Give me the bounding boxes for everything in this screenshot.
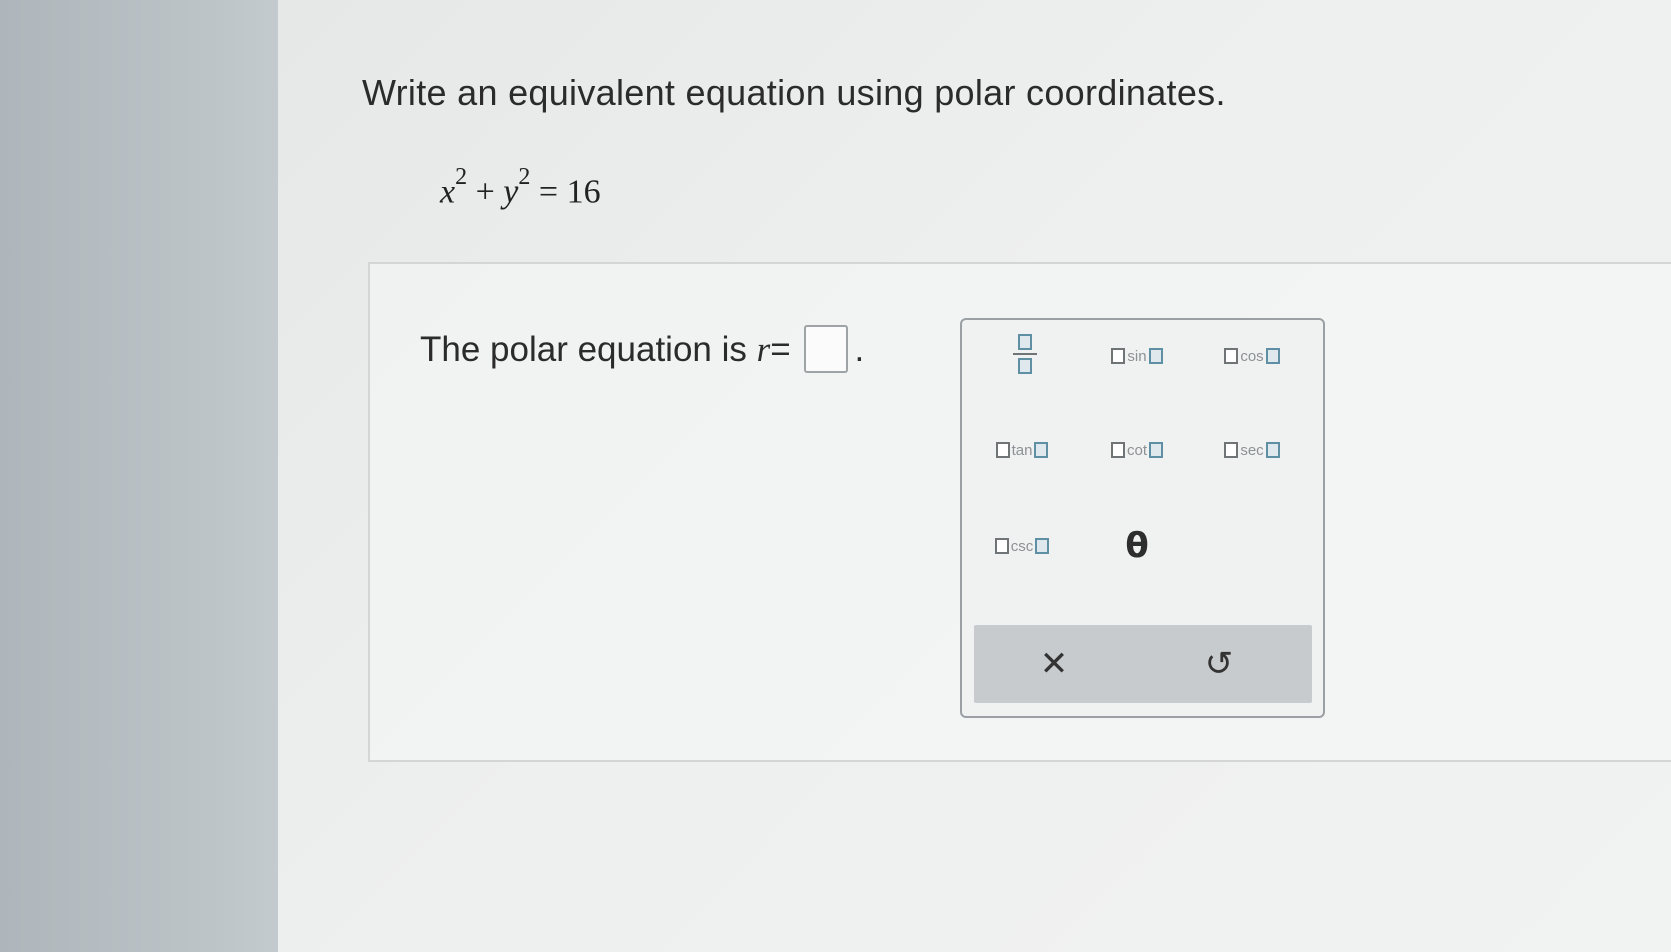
- theta-button[interactable]: θ: [1082, 524, 1192, 568]
- prompt-equals: =: [770, 330, 791, 369]
- eq-exp-1: 2: [455, 164, 468, 190]
- cos-button[interactable]: cos: [1197, 334, 1307, 378]
- monitor-bezel: [0, 0, 300, 952]
- eq-plus: +: [475, 173, 495, 211]
- given-equation: x2 + y2 = 16: [440, 164, 601, 211]
- undo-icon: ↺: [1204, 645, 1234, 683]
- coef-box: [1224, 442, 1239, 458]
- fraction-bar: [1013, 353, 1037, 355]
- arg-box: [1034, 442, 1049, 458]
- eq-y: y: [503, 173, 519, 211]
- undo-button[interactable]: ↺: [1189, 639, 1249, 689]
- cot-button[interactable]: cot: [1082, 428, 1192, 472]
- answer-input[interactable]: [804, 325, 849, 373]
- prompt-period: .: [854, 330, 865, 369]
- coef-box: [1111, 348, 1126, 364]
- prompt-text: The polar equation is: [420, 330, 747, 369]
- csc-label: csc: [1010, 537, 1034, 555]
- arg-box: [1035, 538, 1050, 554]
- tan-label: tan: [1011, 441, 1033, 459]
- sin-label: sin: [1127, 347, 1147, 365]
- palette-action-bar: ✕ ↺: [974, 625, 1312, 703]
- arg-box: [1265, 442, 1280, 458]
- close-icon: ✕: [1039, 645, 1069, 683]
- answer-prompt: The polar equation is r= .: [420, 325, 864, 373]
- r-variable: r: [756, 330, 771, 369]
- fraction-icon: [1013, 334, 1037, 374]
- sec-label: sec: [1240, 441, 1264, 459]
- arg-box: [1148, 348, 1163, 364]
- sin-button[interactable]: sin: [1082, 334, 1192, 378]
- question-title: Write an equivalent equation using polar…: [362, 72, 1226, 113]
- eq-rhs: 16: [566, 173, 601, 211]
- sec-button[interactable]: sec: [1197, 428, 1307, 472]
- theta-icon: θ: [1125, 526, 1149, 566]
- cot-label: cot: [1126, 441, 1147, 459]
- eq-exp-2: 2: [518, 164, 531, 190]
- tan-button[interactable]: tan: [967, 428, 1077, 472]
- fraction-button[interactable]: [970, 332, 1080, 376]
- coef-box: [1224, 348, 1239, 364]
- eq-equals: =: [538, 173, 559, 211]
- clear-button[interactable]: ✕: [1024, 639, 1084, 689]
- math-palette: sin cos tan cot sec csc θ ✕ ↺: [960, 318, 1325, 718]
- coef-box: [1110, 442, 1125, 458]
- arg-box: [1149, 442, 1163, 458]
- cos-label: cos: [1240, 347, 1264, 365]
- denominator-box: [1018, 358, 1032, 374]
- coef-box: [995, 442, 1010, 458]
- csc-button[interactable]: csc: [967, 524, 1077, 568]
- coef-box: [994, 538, 1009, 554]
- arg-box: [1265, 348, 1280, 364]
- eq-x: x: [440, 173, 456, 211]
- numerator-box: [1018, 334, 1032, 350]
